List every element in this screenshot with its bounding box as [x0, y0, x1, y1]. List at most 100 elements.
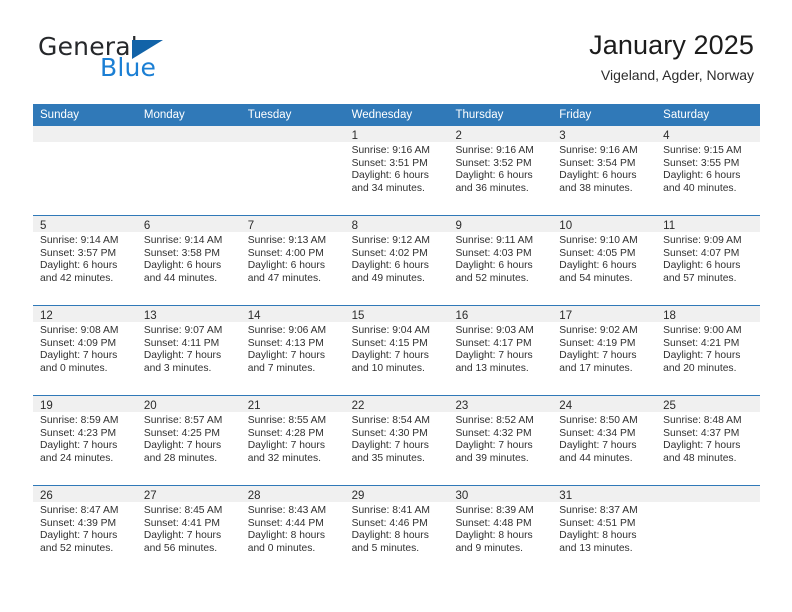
- calendar-week-cells: 26 Sunrise: 8:47 AM Sunset: 4:39 PM Dayligh…: [33, 486, 761, 572]
- day-cell[interactable]: 7 Sunrise: 9:13 AM Sunset: 4:00 PM Daylight…: [240, 216, 345, 302]
- day-details: Sunrise: 8:47 AM Sunset: 4:39 PM Daylight:…: [33, 502, 137, 555]
- day-number-band: 27: [136, 486, 241, 502]
- day-cell[interactable]: 11 Sunrise: 9:09 AM Sunset: 4:07 PM Dayligh…: [656, 216, 761, 302]
- calendar-week-cells: 5 Sunrise: 9:14 AM Sunset: 3:57 PM Daylight…: [33, 216, 761, 302]
- calendar-week-row: 5 Sunrise: 9:14 AM Sunset: 3:57 PM Daylight…: [33, 215, 761, 302]
- sunrise-time: Sunrise: 9:03 AM: [455, 325, 534, 336]
- day-details: Sunrise: 9:13 AM Sunset: 4:00 PM Daylight:…: [241, 232, 345, 285]
- day-number: 29: [351, 490, 365, 502]
- day-details: Sunrise: 9:02 AM Sunset: 4:19 PM Daylight:…: [552, 322, 656, 375]
- day-cell[interactable]: 6 Sunrise: 9:14 AM Sunset: 3:58 PM Daylight…: [136, 216, 241, 302]
- day-number: 2: [455, 130, 462, 142]
- day-details: Sunrise: 8:55 AM Sunset: 4:28 PM Daylight:…: [241, 412, 345, 465]
- day-cell[interactable]: 24 Sunrise: 8:50 AM Sunset: 4:34 PM Dayligh…: [552, 396, 657, 482]
- day-cell[interactable]: 4 Sunrise: 9:15 AM Sunset: 3:55 PM Daylight…: [656, 126, 761, 212]
- day-cell[interactable]: 3 Sunrise: 9:16 AM Sunset: 3:54 PM Daylight…: [552, 126, 657, 212]
- day-details: Sunrise: 9:16 AM Sunset: 3:51 PM Daylight:…: [345, 142, 449, 195]
- day-cell[interactable]: 9 Sunrise: 9:11 AM Sunset: 4:03 PM Daylight…: [448, 216, 553, 302]
- day-cell-empty: [136, 126, 241, 212]
- day-number: 16: [455, 310, 469, 322]
- calendar-week-cells: 1 Sunrise: 9:16 AM Sunset: 3:51 PM Daylight…: [33, 126, 761, 212]
- day-details: Sunrise: 8:59 AM Sunset: 4:23 PM Daylight:…: [33, 412, 137, 465]
- page-title: January 2025: [589, 30, 754, 60]
- daylight-duration-line2: and 5 minutes.: [351, 542, 420, 554]
- day-cell[interactable]: 19 Sunrise: 8:59 AM Sunset: 4:23 PM Dayligh…: [33, 396, 137, 482]
- general-blue-logo[interactable]: General Blue: [38, 34, 218, 86]
- title-block: January 2025 Vigeland, Agder, Norway: [589, 28, 754, 84]
- day-cell-empty: [33, 126, 137, 212]
- day-cell[interactable]: 28 Sunrise: 8:43 AM Sunset: 4:44 PM Dayligh…: [240, 486, 345, 572]
- sunrise-time: Sunrise: 9:06 AM: [247, 325, 327, 336]
- day-number-band: 21: [240, 396, 345, 412]
- day-cell[interactable]: 23 Sunrise: 8:52 AM Sunset: 4:32 PM Dayligh…: [448, 396, 553, 482]
- daylight-duration-line1: Daylight: 6 hours: [455, 260, 533, 272]
- sunrise-time: Sunrise: 8:57 AM: [143, 415, 223, 426]
- day-cell[interactable]: 20 Sunrise: 8:57 AM Sunset: 4:25 PM Dayligh…: [136, 396, 241, 482]
- day-number: 30: [455, 490, 469, 502]
- day-details: Sunrise: 8:37 AM Sunset: 4:51 PM Daylight:…: [552, 502, 656, 555]
- sunset-time: Sunset: 3:51 PM: [351, 157, 428, 169]
- sunset-time: Sunset: 4:21 PM: [663, 337, 740, 349]
- day-number: 7: [247, 220, 255, 232]
- location-subtitle: Vigeland, Agder, Norway: [600, 67, 754, 83]
- day-cell[interactable]: 1 Sunrise: 9:16 AM Sunset: 3:51 PM Daylight…: [344, 126, 449, 212]
- day-cell[interactable]: 18 Sunrise: 9:00 AM Sunset: 4:21 PM Dayligh…: [656, 306, 761, 392]
- sunrise-time: Sunrise: 9:12 AM: [351, 235, 430, 246]
- day-cell[interactable]: 26 Sunrise: 8:47 AM Sunset: 4:39 PM Dayligh…: [33, 486, 137, 572]
- day-cell[interactable]: 27 Sunrise: 8:45 AM Sunset: 4:41 PM Dayligh…: [136, 486, 241, 572]
- day-cell[interactable]: 12 Sunrise: 9:08 AM Sunset: 4:09 PM Dayligh…: [33, 306, 137, 392]
- day-cell[interactable]: 29 Sunrise: 8:41 AM Sunset: 4:46 PM Dayligh…: [344, 486, 449, 572]
- day-cell[interactable]: 2 Sunrise: 9:16 AM Sunset: 3:52 PM Daylight…: [448, 126, 553, 212]
- daylight-duration-line2: and 44 minutes.: [559, 452, 633, 464]
- sunrise-time: Sunrise: 8:39 AM: [455, 505, 534, 516]
- day-number-band: 31: [552, 486, 657, 502]
- day-number: 1: [351, 130, 358, 142]
- day-number-band: 1: [344, 126, 449, 142]
- daylight-duration-line1: Daylight: 6 hours: [351, 260, 429, 272]
- day-cell[interactable]: 30 Sunrise: 8:39 AM Sunset: 4:48 PM Dayligh…: [448, 486, 553, 572]
- day-cell[interactable]: 8 Sunrise: 9:12 AM Sunset: 4:02 PM Daylight…: [344, 216, 449, 302]
- day-number-band: 12: [33, 306, 137, 322]
- day-cell[interactable]: 17 Sunrise: 9:02 AM Sunset: 4:19 PM Dayligh…: [552, 306, 657, 392]
- daylight-duration-line2: and 0 minutes.: [40, 362, 108, 374]
- weekday-header-sunday: Sunday: [40, 109, 80, 121]
- daylight-duration-line2: and 52 minutes.: [40, 542, 114, 554]
- logo-text-blue: Blue: [100, 53, 157, 82]
- day-cell[interactable]: 22 Sunrise: 8:54 AM Sunset: 4:30 PM Dayligh…: [344, 396, 449, 482]
- day-cell[interactable]: 25 Sunrise: 8:48 AM Sunset: 4:37 PM Dayligh…: [656, 396, 761, 482]
- sunset-time: Sunset: 3:58 PM: [143, 247, 220, 259]
- daylight-duration-line2: and 38 minutes.: [559, 182, 633, 194]
- day-cell[interactable]: 31 Sunrise: 8:37 AM Sunset: 4:51 PM Dayligh…: [552, 486, 657, 572]
- daylight-duration-line1: Daylight: 6 hours: [663, 260, 741, 272]
- sunset-time: Sunset: 4:19 PM: [559, 337, 636, 349]
- daylight-duration-line1: Daylight: 7 hours: [40, 350, 118, 362]
- day-number-band: 19: [33, 396, 137, 412]
- day-cell[interactable]: 16 Sunrise: 9:03 AM Sunset: 4:17 PM Dayligh…: [448, 306, 553, 392]
- sunset-time: Sunset: 4:09 PM: [40, 337, 117, 349]
- daylight-duration-line2: and 34 minutes.: [351, 182, 425, 194]
- day-cell[interactable]: 21 Sunrise: 8:55 AM Sunset: 4:28 PM Dayligh…: [240, 396, 345, 482]
- daylight-duration-line1: Daylight: 7 hours: [455, 440, 533, 452]
- daylight-duration-line1: Daylight: 8 hours: [455, 530, 533, 542]
- day-number: 11: [663, 220, 676, 232]
- day-number-band: 8: [344, 216, 449, 232]
- day-cell[interactable]: 10 Sunrise: 9:10 AM Sunset: 4:05 PM Dayligh…: [552, 216, 657, 302]
- sunrise-time: Sunrise: 8:52 AM: [455, 415, 534, 426]
- daylight-duration-line1: Daylight: 7 hours: [663, 350, 741, 362]
- day-details: Sunrise: 8:45 AM Sunset: 4:41 PM Daylight:…: [137, 502, 241, 555]
- day-cell[interactable]: 14 Sunrise: 9:06 AM Sunset: 4:13 PM Dayligh…: [240, 306, 345, 392]
- daylight-duration-line1: Daylight: 7 hours: [143, 440, 222, 452]
- daylight-duration-line1: Daylight: 7 hours: [40, 530, 118, 542]
- sunrise-time: Sunrise: 9:10 AM: [559, 235, 638, 246]
- weekday-header-tuesday: Tuesday: [247, 109, 292, 121]
- daylight-duration-line2: and 13 minutes.: [455, 362, 529, 374]
- day-cell[interactable]: 13 Sunrise: 9:07 AM Sunset: 4:11 PM Dayligh…: [136, 306, 241, 392]
- day-details: Sunrise: 8:39 AM Sunset: 4:48 PM Daylight:…: [448, 502, 552, 555]
- day-cell[interactable]: 15 Sunrise: 9:04 AM Sunset: 4:15 PM Dayligh…: [344, 306, 449, 392]
- daylight-duration-line1: Daylight: 7 hours: [143, 530, 222, 542]
- daylight-duration-line2: and 54 minutes.: [559, 272, 633, 284]
- day-number: 9: [455, 220, 462, 232]
- day-number-band: 24: [552, 396, 657, 412]
- day-number: 24: [559, 400, 573, 412]
- day-cell[interactable]: 5 Sunrise: 9:14 AM Sunset: 3:57 PM Daylight…: [33, 216, 137, 302]
